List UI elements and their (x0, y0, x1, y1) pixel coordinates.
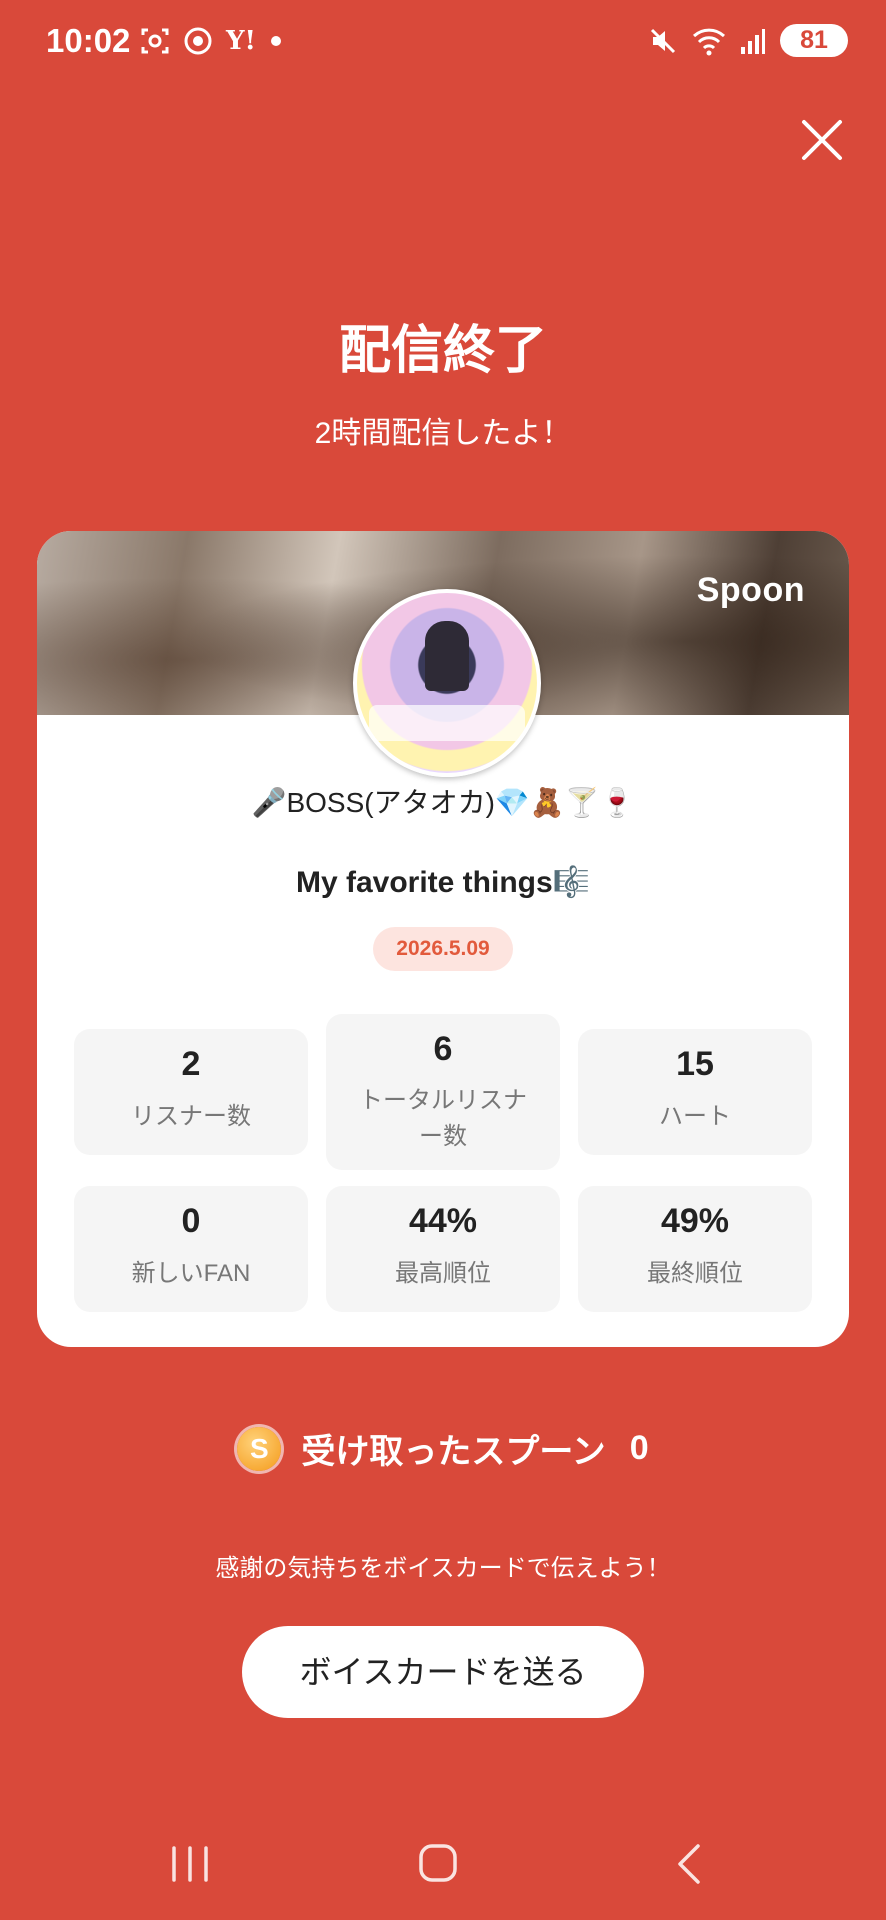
received-spoons-count: 0 (629, 1429, 649, 1467)
status-bar: 10:02 Y! 81 (0, 0, 886, 84)
status-time: 10:02 (46, 22, 131, 59)
stat-value: 49% (660, 1202, 730, 1240)
date-badge: 2026.5.09 (373, 927, 513, 971)
home-button[interactable] (408, 1840, 468, 1888)
back-button[interactable] (660, 1840, 720, 1888)
stat-hearts: 15 ハート (578, 1029, 812, 1155)
recent-apps-button[interactable] (160, 1840, 220, 1888)
page-title: 配信終了 (338, 322, 547, 380)
stat-new-fans: 0 新しいFAN (74, 1186, 308, 1312)
thanks-message: 感謝の気持ちをボイスカードで伝えよう！ (215, 1555, 671, 1582)
live-title: My favorite things🎼 (295, 866, 591, 899)
stat-listeners: 2 リスナー数 (74, 1029, 308, 1155)
broadcast-summary-card: Spoon 🎤BOSS(アタオカ)💎🧸🍸🍷 My favorite things… (37, 531, 849, 1347)
status-system-icons: 81 (648, 24, 848, 57)
status-notification-icons: Y! (140, 26, 282, 56)
stat-value: 15 (676, 1045, 714, 1083)
spoon-logo: Spoon (696, 571, 805, 609)
spoon-coin-icon: S (237, 1426, 282, 1471)
yahoo-icon: Y! (226, 26, 256, 56)
host-avatar (353, 589, 541, 777)
stat-label: 新しいFAN (131, 1260, 251, 1287)
screenshot-icon (140, 26, 170, 56)
stat-label: トータルリスナー数 (359, 1087, 527, 1150)
home-icon (419, 1844, 457, 1882)
stat-total-listeners: 6 トータルリスナー数 (326, 1014, 560, 1170)
stat-label: リスナー数 (131, 1103, 251, 1130)
stat-value: 2 (181, 1045, 201, 1083)
stat-label: 最高順位 (395, 1260, 491, 1287)
received-spoons-label: 受け取ったスプーン (301, 1433, 606, 1471)
stat-label: ハート (659, 1103, 731, 1130)
wifi-icon (692, 26, 726, 56)
close-button[interactable] (796, 114, 848, 166)
stat-label: 最終順位 (647, 1260, 743, 1287)
recent-apps-icon (172, 1846, 208, 1882)
stat-final-rank: 49% 最終順位 (578, 1186, 812, 1312)
signal-icon (740, 27, 766, 55)
battery-indicator: 81 (780, 24, 848, 57)
close-icon (802, 120, 842, 160)
received-spoons: S 受け取ったスプーン 0 (0, 1424, 886, 1473)
stat-value: 0 (181, 1202, 201, 1240)
mute-icon (648, 26, 678, 56)
stat-value: 6 (433, 1030, 453, 1068)
page-subtitle: 2時間配信したよ！ (314, 417, 572, 450)
notification-dot-icon (270, 35, 282, 47)
chrome-icon (184, 27, 212, 55)
back-icon (678, 1844, 700, 1884)
stat-value: 44% (408, 1202, 478, 1240)
send-voice-card-button[interactable]: ボイスカードを送る (242, 1626, 644, 1718)
host-name: 🎤BOSS(アタオカ)💎🧸🍸🍷 (251, 787, 635, 818)
system-nav-bar (0, 1818, 886, 1908)
stat-best-rank: 44% 最高順位 (326, 1186, 560, 1312)
